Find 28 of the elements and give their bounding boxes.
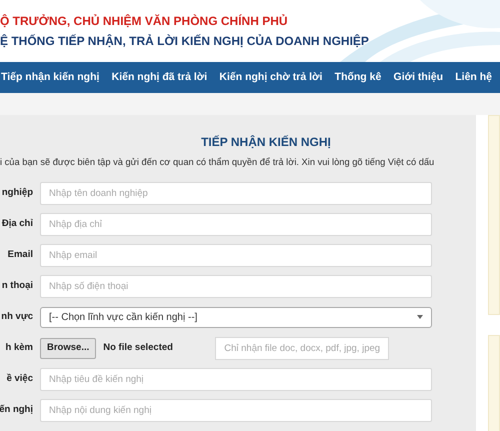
header-subtitle: Ộ TRƯỞNG, CHỦ NHIỆM VĂN PHÒNG CHÍNH PHỦ	[0, 14, 289, 29]
form-title: TIẾP NHẬN KIẾN NGHỊ	[200, 134, 332, 151]
nav-link[interactable]: Giới thiệu	[394, 70, 444, 86]
field-label: h kèm	[6, 342, 33, 354]
nav-link[interactable]: Kiến nghị chờ trả lời	[219, 70, 322, 86]
field-label: n thoại	[2, 280, 33, 292]
file-status: No file selected	[103, 341, 174, 356]
caret-icon	[417, 315, 423, 320]
input-field[interactable]: Nhập số điện thoại	[40, 274, 432, 298]
field-label: Địa chỉ	[2, 218, 33, 230]
nav-link[interactable]: Thống kê	[334, 70, 382, 86]
form-intro: i của bạn sẽ được biên tập và gửi đến cơ quan có thẩm quyền để trả lời. Xin vui lòng gõ tiếng Việt có dấu	[0, 156, 436, 169]
field-label: Email	[8, 249, 33, 260]
header-title: Ệ THỐNG TIẾP NHẬN, TRẢ LỜI KIẾN NGHỊ CỦA DOANH NGHIỆP	[0, 34, 370, 49]
input-field[interactable]: Nhập nội dung kiến nghị	[40, 398, 432, 422]
nav-link[interactable]: Tiếp nhận kiến nghị	[1, 70, 100, 86]
field-label: nghiệp	[2, 187, 33, 198]
input-field[interactable]: Nhập địa chỉ	[40, 212, 432, 236]
input-field[interactable]: Nhập tiêu đề kiến nghị	[40, 368, 432, 391]
nav-link[interactable]: Kiến nghị đã trả lời	[112, 70, 208, 86]
input-field[interactable]: Chỉ nhận file doc, docx, pdf, jpg, jpeg	[215, 336, 390, 360]
browse-button[interactable]: Browse...	[40, 338, 96, 359]
field-label: nh vực	[1, 311, 33, 322]
nav-link[interactable]: Liên hệ	[455, 70, 492, 86]
input-field[interactable]: Nhập tên doanh nghiệp	[40, 182, 432, 205]
field-label: ề việc	[6, 373, 33, 384]
select-field[interactable]: [-- Chọn lĩnh vực cần kiến nghị --]	[40, 306, 432, 328]
input-field[interactable]: Nhập email	[40, 244, 432, 267]
